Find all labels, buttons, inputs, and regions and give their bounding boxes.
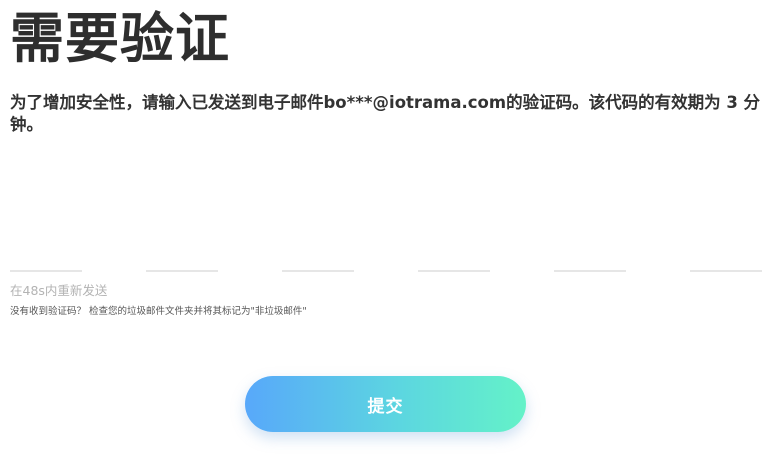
resend-countdown-link[interactable]: 在48s内重新发送 [10, 283, 107, 299]
code-digit-4[interactable] [418, 260, 490, 272]
spam-folder-hint: 没有收到验证码？ 检查您的垃圾邮件文件夹并将其标记为"非垃圾邮件" [10, 306, 307, 317]
submit-button[interactable]: 提交 [245, 376, 526, 432]
code-digit-3[interactable] [282, 260, 354, 272]
code-digit-5[interactable] [554, 260, 626, 272]
page-title: 需要验证 [10, 7, 230, 70]
verification-code-inputs [10, 260, 762, 272]
verification-description: 为了增加安全性，请输入已发送到电子邮件bo***@iotrama.com的验证码… [10, 93, 761, 134]
code-digit-1[interactable] [10, 260, 82, 272]
code-digit-6[interactable] [690, 260, 762, 272]
code-digit-2[interactable] [146, 260, 218, 272]
